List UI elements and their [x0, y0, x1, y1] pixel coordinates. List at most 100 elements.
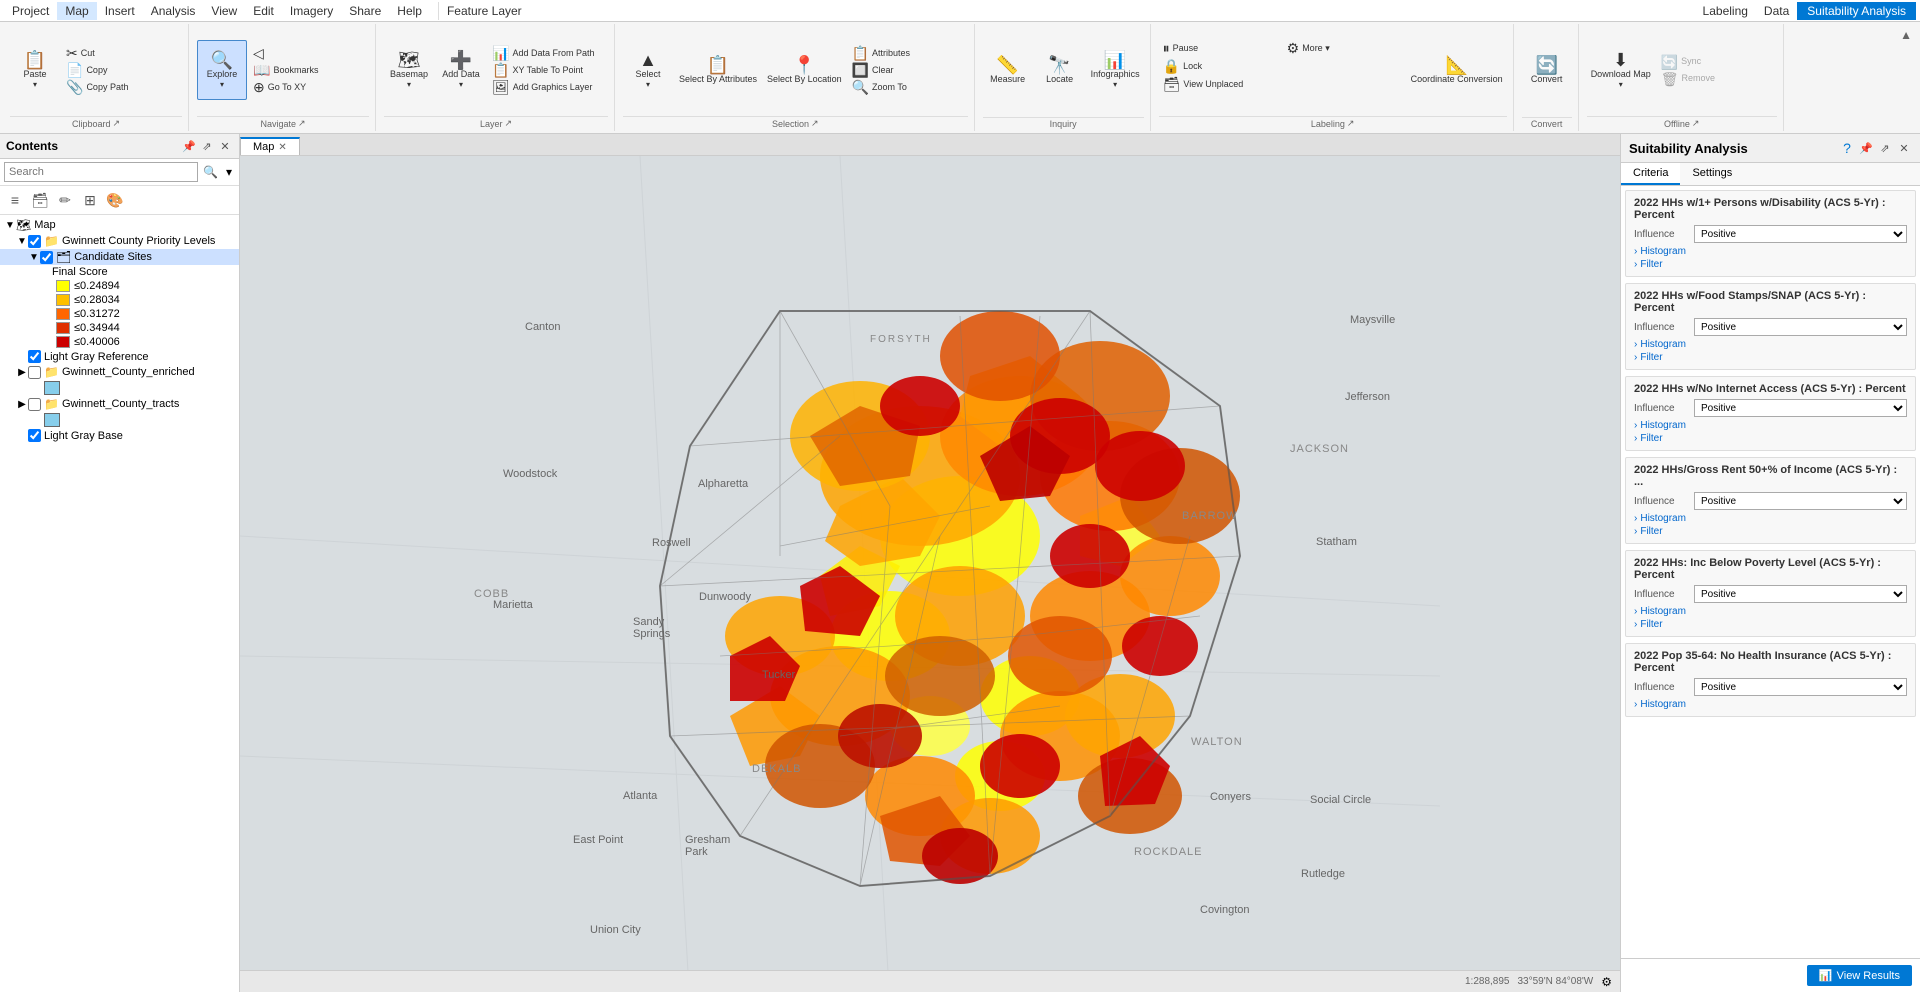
tree-check-gwinnett[interactable] — [28, 235, 41, 248]
tree-check-tracts[interactable] — [28, 398, 41, 411]
remove-button[interactable]: 🗑 Remove — [1657, 71, 1777, 87]
menu-edit[interactable]: Edit — [245, 2, 282, 20]
cut-button[interactable]: ✂ Cut — [62, 45, 182, 61]
tree-expand-tracts[interactable]: ▶ — [16, 399, 28, 410]
bookmarks-button[interactable]: 📖 Bookmarks — [249, 62, 369, 78]
sync-button[interactable]: 🔄 Sync — [1657, 54, 1777, 70]
ribbon-collapse-button[interactable]: ▲ — [1900, 28, 1912, 42]
criteria-expand-histogram-5[interactable]: ›Histogram — [1634, 699, 1907, 710]
menu-insert[interactable]: Insert — [97, 2, 143, 20]
criteria-select-0[interactable]: PositiveNegativeNone — [1694, 225, 1907, 243]
contents-color-button[interactable]: 🎨 — [104, 189, 126, 211]
map-tab-close[interactable]: ✕ — [278, 142, 286, 153]
menu-suitability-analysis[interactable]: Suitability Analysis — [1797, 2, 1916, 20]
selection-expand-icon[interactable]: ↗ — [811, 118, 819, 129]
sa-tab-criteria[interactable]: Criteria — [1621, 163, 1680, 185]
add-data-from-path-button[interactable]: 📊 Add Data From Path — [488, 45, 608, 61]
labeling-expand-icon[interactable]: ↗ — [1347, 118, 1355, 129]
copy-path-button[interactable]: 📎 Copy Path — [62, 79, 182, 95]
download-map-button[interactable]: ⬇ Download Map ▾ — [1587, 40, 1655, 100]
tree-item-gwinnett-priority[interactable]: ▼ 📁 Gwinnett County Priority Levels — [0, 233, 239, 249]
lock-button[interactable]: 🔒 Lock — [1159, 58, 1279, 74]
menu-share[interactable]: Share — [341, 2, 389, 20]
basemap-button[interactable]: 🗺 Basemap ▾ — [384, 40, 434, 100]
infographics-button[interactable]: 📊 Infographics ▾ — [1087, 41, 1144, 101]
search-input[interactable] — [4, 162, 198, 182]
criteria-select-4[interactable]: PositiveNegativeNone — [1694, 585, 1907, 603]
criteria-expand-histogram-2[interactable]: ›Histogram — [1634, 420, 1907, 431]
map-settings-button[interactable]: ⚙ — [1601, 975, 1612, 989]
criteria-expand-histogram-4[interactable]: ›Histogram — [1634, 606, 1907, 617]
layer-expand-icon[interactable]: ↗ — [504, 118, 512, 129]
menu-data[interactable]: Data — [1756, 2, 1797, 20]
criteria-select-1[interactable]: PositiveNegativeNone — [1694, 318, 1907, 336]
criteria-expand-histogram-3[interactable]: ›Histogram — [1634, 513, 1907, 524]
menu-view[interactable]: View — [203, 2, 245, 20]
clipboard-expand-icon[interactable]: ↗ — [112, 118, 120, 129]
criteria-select-2[interactable]: PositiveNegativeNone — [1694, 399, 1907, 417]
sa-float-button[interactable]: ⇗ — [1877, 140, 1893, 156]
menu-analysis[interactable]: Analysis — [143, 2, 204, 20]
map-tab-main[interactable]: Map ✕ — [240, 137, 300, 155]
navigate-expand-icon[interactable]: ↗ — [298, 118, 306, 129]
view-results-button[interactable]: 📊 View Results — [1807, 965, 1912, 986]
tree-item-candidate-sites[interactable]: ▼ 🗂 Candidate Sites — [0, 249, 239, 265]
criteria-expand-filter-0[interactable]: ›Filter — [1634, 259, 1907, 270]
go-to-xy-button[interactable]: ⊕ Go To XY — [249, 79, 369, 95]
pause-button[interactable]: ⏸ Pause — [1159, 40, 1279, 56]
map-canvas[interactable]: Canton Maysville FORSYTH Jefferson JACKS… — [240, 156, 1620, 970]
sa-close-button[interactable]: ✕ — [1896, 140, 1912, 156]
convert-button[interactable]: 🔄 Convert — [1522, 41, 1572, 101]
contents-pin-button[interactable]: 📌 — [181, 138, 197, 154]
tree-expand-map[interactable]: ▼ — [4, 220, 16, 231]
xy-table-button[interactable]: 📋 XY Table To Point — [488, 62, 608, 78]
add-data-button[interactable]: ➕ Add Data ▾ — [436, 40, 486, 100]
view-unplaced-button[interactable]: 🗃 View Unplaced — [1159, 76, 1279, 92]
sa-pin-button[interactable]: 📌 — [1858, 140, 1874, 156]
more-button[interactable]: ⚙ More ▾ — [1283, 40, 1403, 56]
tree-expand-gwinnett[interactable]: ▼ — [16, 236, 28, 247]
menu-imagery[interactable]: Imagery — [282, 2, 341, 20]
contents-edit-button[interactable]: ✏ — [54, 189, 76, 211]
contents-close-button[interactable]: ✕ — [217, 138, 233, 154]
add-graphics-button[interactable]: 🖼 Add Graphics Layer — [488, 79, 608, 95]
locate-button[interactable]: 🔭 Locate — [1035, 41, 1085, 101]
select-button[interactable]: ▲ Select ▾ — [623, 40, 673, 100]
tree-expand-candidate[interactable]: ▼ — [28, 252, 40, 263]
tree-item-light-gray-base[interactable]: ▶ Light Gray Base — [0, 428, 239, 443]
tree-item-map[interactable]: ▼ 🗺 Map — [0, 217, 239, 233]
menu-project[interactable]: Project — [4, 2, 57, 20]
search-button[interactable]: 🔍 — [200, 165, 221, 179]
copy-button[interactable]: 📄 Copy — [62, 62, 182, 78]
criteria-expand-filter-2[interactable]: ›Filter — [1634, 433, 1907, 444]
criteria-expand-filter-1[interactable]: ›Filter — [1634, 352, 1907, 363]
search-dropdown-button[interactable]: ▾ — [223, 165, 235, 179]
sa-tab-settings[interactable]: Settings — [1680, 163, 1744, 185]
menu-help[interactable]: Help — [389, 2, 430, 20]
criteria-select-3[interactable]: PositiveNegativeNone — [1694, 492, 1907, 510]
zoom-to-button[interactable]: 🔍 Zoom To — [848, 79, 968, 95]
criteria-expand-filter-4[interactable]: ›Filter — [1634, 619, 1907, 630]
sa-help-button[interactable]: ? — [1839, 140, 1855, 156]
menu-feature-layer[interactable]: Feature Layer — [438, 2, 1695, 20]
select-by-attributes-button[interactable]: 📋 Select By Attributes — [675, 40, 761, 100]
tree-check-light-gray-ref[interactable] — [28, 350, 41, 363]
contents-group-button[interactable]: ⊞ — [79, 189, 101, 211]
menu-labeling[interactable]: Labeling — [1695, 2, 1756, 20]
attributes-button[interactable]: 📋 Attributes — [848, 45, 968, 61]
criteria-expand-filter-3[interactable]: ›Filter — [1634, 526, 1907, 537]
tree-expand-enriched[interactable]: ▶ — [16, 367, 28, 378]
contents-float-button[interactable]: ⇗ — [199, 138, 215, 154]
offline-expand-icon[interactable]: ↗ — [1692, 118, 1700, 129]
tree-item-gwinnett-enriched[interactable]: ▶ 📁 Gwinnett_County_enriched — [0, 364, 239, 380]
select-by-location-button[interactable]: 📍 Select By Location — [763, 40, 846, 100]
criteria-expand-histogram-1[interactable]: ›Histogram — [1634, 339, 1907, 350]
tree-item-light-gray-ref[interactable]: ▶ Light Gray Reference — [0, 349, 239, 364]
prev-extent-button[interactable]: ◁ — [249, 45, 369, 61]
tree-check-candidate[interactable] — [40, 251, 53, 264]
contents-list-view-button[interactable]: ≡ — [4, 189, 26, 211]
tree-item-gwinnett-tracts[interactable]: ▶ 📁 Gwinnett_County_tracts — [0, 396, 239, 412]
tree-check-enriched[interactable] — [28, 366, 41, 379]
criteria-select-5[interactable]: PositiveNegativeNone — [1694, 678, 1907, 696]
clear-button[interactable]: 🔲 Clear — [848, 62, 968, 78]
